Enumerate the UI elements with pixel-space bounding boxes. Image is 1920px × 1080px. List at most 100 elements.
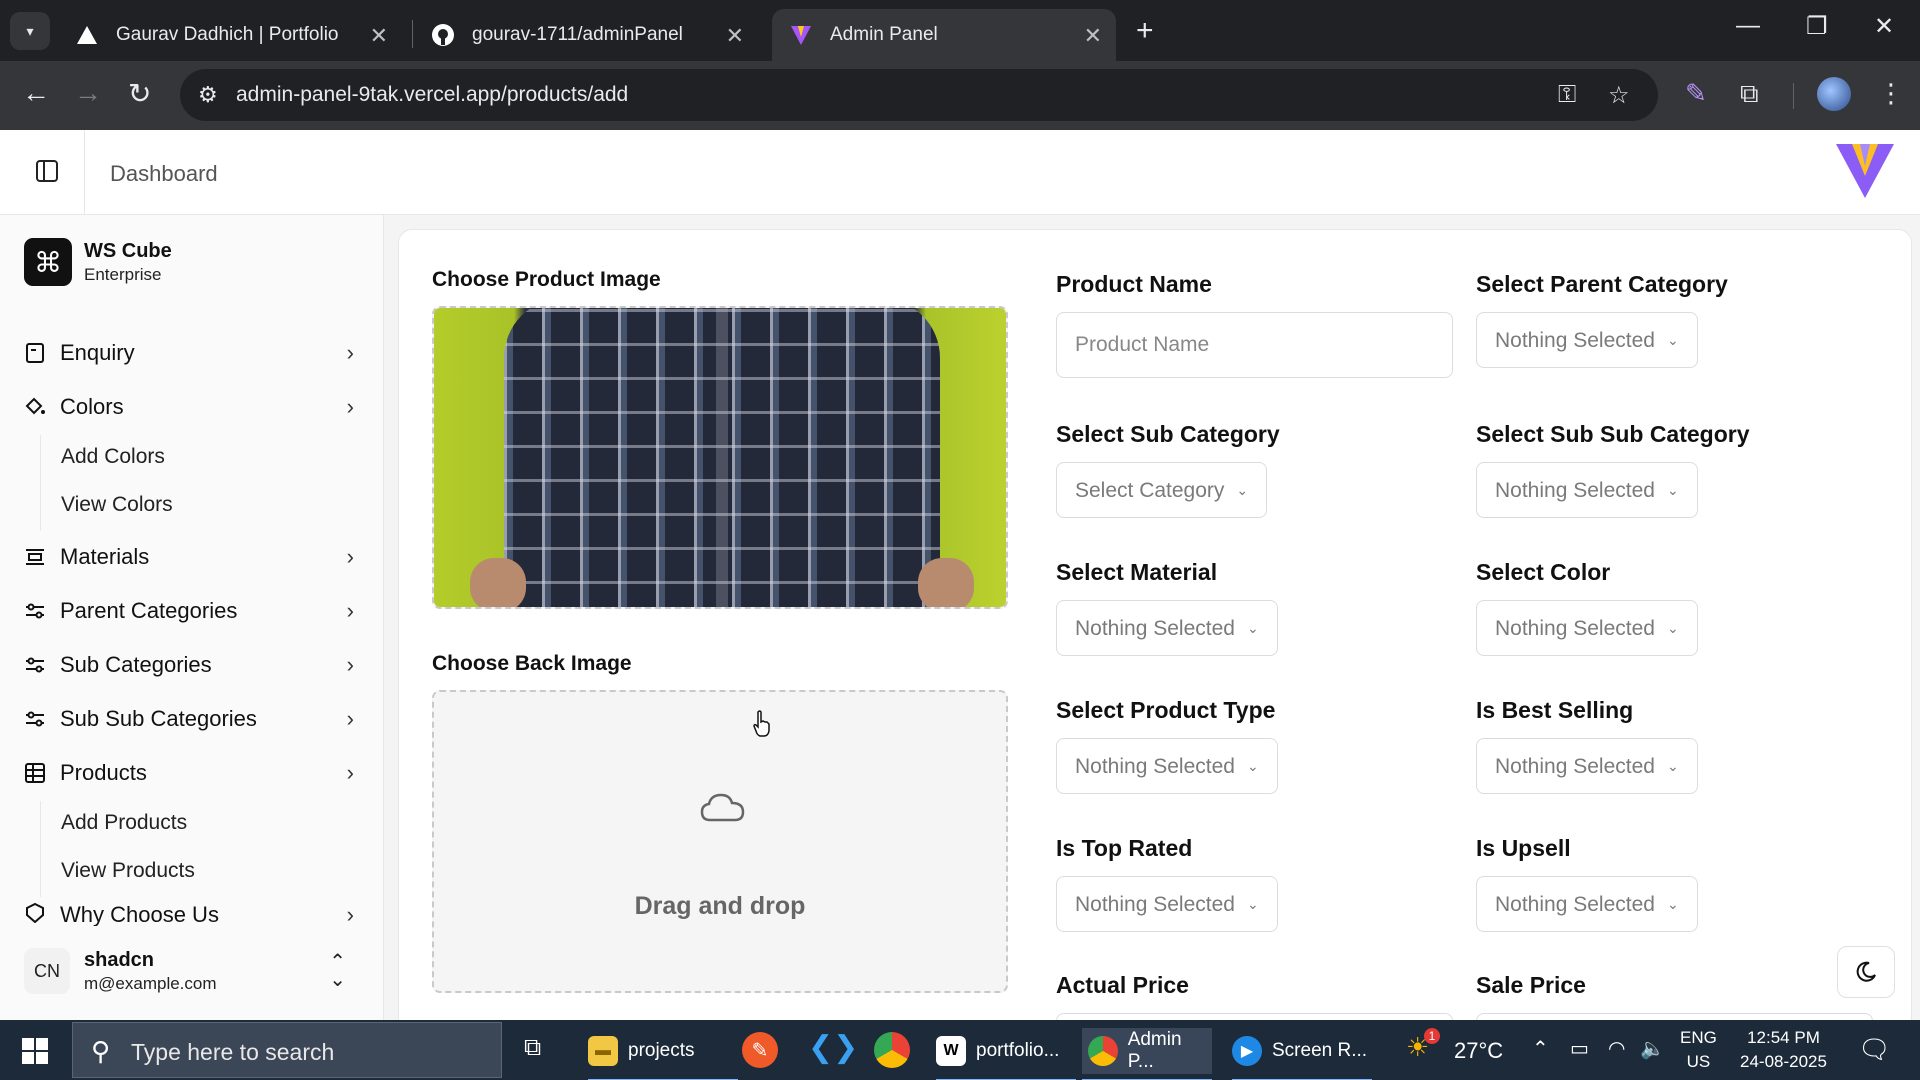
hand-right [918, 558, 974, 607]
hand-left [470, 558, 526, 607]
taskbar-search[interactable]: ⚲ Type here to search [72, 1022, 502, 1078]
vite-logo [1836, 144, 1894, 198]
sidebar-item-parent-categories[interactable]: Parent Categories › [24, 591, 364, 631]
close-icon[interactable]: ✕ [1084, 23, 1102, 49]
chevron-down-icon: ⌄ [1236, 482, 1249, 498]
window-close-button[interactable]: ✕ [1874, 12, 1894, 41]
command-icon: ⌘ [24, 238, 72, 286]
sidebar-item-label: Enquiry [60, 340, 135, 365]
sidebar-item-sub-categories[interactable]: Sub Categories › [24, 645, 364, 685]
address-toolbar: ← → ↻ ⚙ admin-panel-9tak.vercel.app/prod… [0, 61, 1920, 130]
site-info-icon[interactable]: ⚙ [198, 82, 218, 108]
select-value: Select Category [1075, 479, 1225, 502]
chevron-right-icon: › [346, 340, 354, 365]
chrome-icon[interactable] [874, 1032, 910, 1068]
omnibox[interactable]: ⚙ admin-panel-9tak.vercel.app/products/a… [180, 69, 1658, 121]
weather-temp[interactable]: 27°C [1454, 1038, 1503, 1064]
best-selling-label: Is Best Selling [1476, 697, 1634, 723]
top-rated-select[interactable]: Nothing Selected ⌄ [1056, 876, 1278, 932]
vscode-icon[interactable]: ❮❯ [808, 1030, 858, 1065]
volume-icon[interactable]: 🔈 [1640, 1036, 1665, 1061]
tab-search-button[interactable]: ▾ [10, 12, 50, 50]
back-image-dropzone[interactable]: Drag and drop [432, 690, 1008, 993]
tab-portfolio[interactable]: Gaurav Dadhich | Portfolio ✕ [58, 9, 402, 61]
extensions-icon[interactable]: ⧉ [1740, 78, 1759, 110]
password-key-icon[interactable]: ⚿ [1558, 81, 1576, 109]
pen-extension-icon[interactable]: ✎ [1685, 78, 1707, 109]
profile-avatar[interactable] [1817, 77, 1851, 111]
sub-sub-category-select[interactable]: Nothing Selected ⌄ [1476, 462, 1698, 518]
forward-button[interactable]: → [74, 77, 102, 109]
clock[interactable]: 12:54 PM 24-08-2025 [1740, 1026, 1827, 1074]
color-select[interactable]: Nothing Selected ⌄ [1476, 600, 1698, 656]
browser-tab-bar: ▾ Gaurav Dadhich | Portfolio ✕ gourav-17… [0, 0, 1920, 61]
tab-admin-panel[interactable]: Admin Panel ✕ [772, 9, 1116, 61]
back-button[interactable]: ← [22, 77, 50, 109]
user-menu[interactable]: CN shadcn m@example.com ⌃ ⌄ [24, 941, 364, 1001]
notification-icon[interactable]: 🗨 [1858, 1034, 1891, 1065]
sub-sub-category-label: Select Sub Sub Category [1476, 421, 1750, 447]
sidebar-subitem-add-colors[interactable]: Add Colors [61, 445, 165, 469]
close-icon[interactable]: ✕ [370, 23, 388, 49]
sidebar-item-materials[interactable]: Materials › [24, 537, 364, 577]
task-view-icon[interactable]: ⧉ [524, 1034, 541, 1062]
windows-start-icon[interactable] [22, 1038, 48, 1064]
shirt-placket [716, 308, 728, 607]
material-select[interactable]: Nothing Selected ⌄ [1056, 600, 1278, 656]
bookmark-star-icon[interactable]: ☆ [1608, 81, 1630, 110]
clock-time: 12:54 PM [1747, 1028, 1820, 1047]
breadcrumb[interactable]: Dashboard [110, 161, 218, 187]
upsell-select[interactable]: Nothing Selected ⌄ [1476, 876, 1698, 932]
parent-category-label: Select Parent Category [1476, 271, 1728, 297]
select-value: Nothing Selected [1495, 755, 1655, 778]
battery-icon[interactable]: ▭ [1570, 1036, 1589, 1061]
sidebar-item-why-choose-us[interactable]: Why Choose Us › [24, 902, 364, 926]
top-rated-label: Is Top Rated [1056, 835, 1193, 861]
sidebar-subitem-add-products[interactable]: Add Products [61, 811, 187, 835]
chrome-icon [1088, 1036, 1118, 1066]
select-value: Nothing Selected [1495, 479, 1655, 502]
chevron-up-icon[interactable]: ⌃ [1532, 1036, 1549, 1061]
weather-badge: 1 [1424, 1028, 1440, 1044]
taskbar-app-screen-recorder[interactable]: ▶ Screen R... [1232, 1028, 1372, 1080]
sidebar-toggle-icon[interactable] [36, 160, 58, 182]
tab-github[interactable]: gourav-1711/adminPanel ✕ [414, 9, 758, 61]
back-image-label: Choose Back Image [432, 652, 632, 675]
sidebar-item-colors[interactable]: Colors › [24, 387, 364, 427]
moon-icon [1856, 961, 1876, 982]
wifi-icon[interactable]: ◠ [1608, 1036, 1625, 1061]
sidebar-item-products[interactable]: Products › [24, 753, 364, 793]
url-text[interactable]: admin-panel-9tak.vercel.app/products/add [236, 83, 628, 107]
lang-top: ENG [1680, 1028, 1717, 1047]
best-selling-select[interactable]: Nothing Selected ⌄ [1476, 738, 1698, 794]
parent-category-select[interactable]: Nothing Selected ⌄ [1476, 312, 1698, 368]
close-icon[interactable]: ✕ [726, 23, 744, 49]
theme-toggle-button[interactable] [1837, 946, 1895, 998]
sidebar-item-enquiry[interactable]: Enquiry › [24, 333, 364, 373]
postman-icon[interactable]: ✎ [742, 1032, 778, 1068]
restore-button[interactable]: ❐ [1806, 12, 1828, 41]
taskbar-app-portfolio[interactable]: W portfolio... [936, 1028, 1076, 1080]
sidebar-item-sub-sub-categories[interactable]: Sub Sub Categories › [24, 699, 364, 739]
product-name-input[interactable]: Product Name [1056, 312, 1453, 378]
product-image-dropzone[interactable] [432, 306, 1008, 609]
new-tab-button[interactable]: + [1136, 14, 1154, 48]
taskbar-app-admin-panel[interactable]: Admin P... [1082, 1028, 1212, 1080]
team-name: WS Cube [84, 239, 172, 262]
sidebar-item-label: Materials [60, 544, 150, 569]
minimize-button[interactable]: — [1736, 12, 1760, 40]
taskbar-app-projects[interactable]: ▬ projects [588, 1028, 738, 1080]
product-type-select[interactable]: Nothing Selected ⌄ [1056, 738, 1278, 794]
file-icon [24, 342, 46, 364]
select-value: Nothing Selected [1075, 755, 1235, 778]
submenu-line [40, 801, 41, 897]
materials-icon [24, 546, 46, 568]
team-switcher[interactable]: ⌘ WS Cube Enterprise [24, 237, 172, 287]
reload-button[interactable]: ↻ [128, 77, 151, 110]
language-indicator[interactable]: ENG US [1680, 1026, 1717, 1074]
sidebar-subitem-view-products[interactable]: View Products [61, 859, 195, 883]
chevron-right-icon: › [346, 902, 354, 926]
menu-icon[interactable]: ⋮ [1878, 78, 1904, 109]
sidebar-subitem-view-colors[interactable]: View Colors [61, 493, 173, 517]
sub-category-select[interactable]: Select Category ⌄ [1056, 462, 1268, 518]
